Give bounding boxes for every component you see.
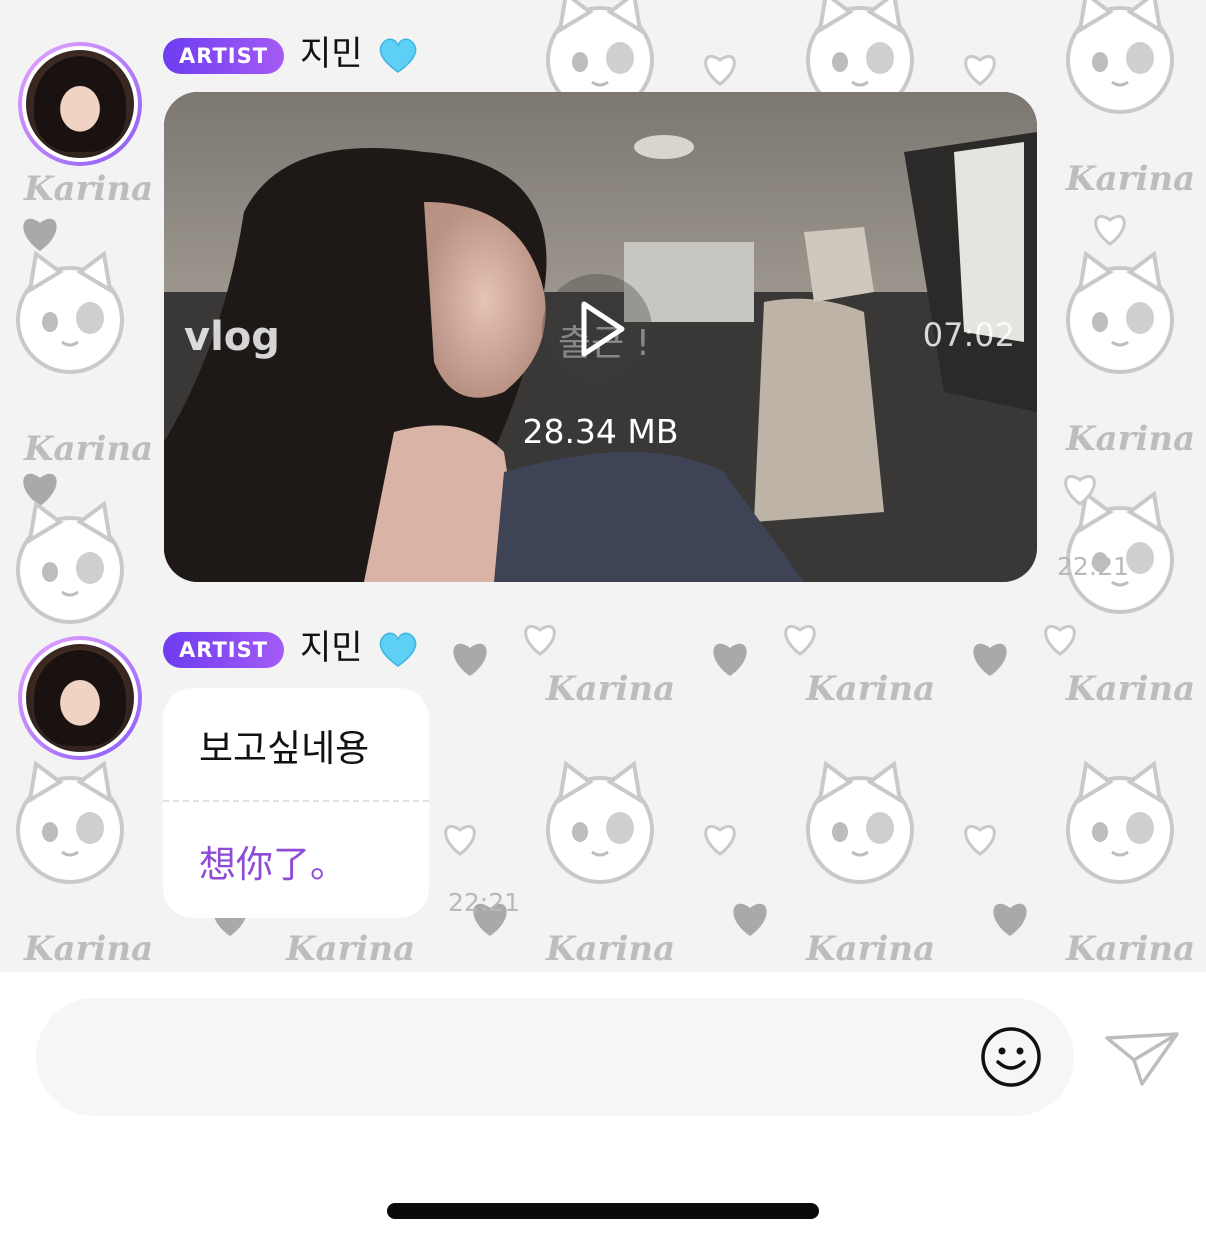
wallpaper-text: Karina bbox=[285, 929, 415, 969]
video-message[interactable]: vlog 출근 ! 07:02 28.34 MB bbox=[164, 92, 1037, 582]
video-title-overlay: vlog bbox=[184, 314, 280, 360]
wallpaper-text: Karina bbox=[805, 669, 935, 709]
chat-area: Karina Karina Karina Karina Karina Karin… bbox=[0, 0, 1206, 972]
message-translation: 想你了。 bbox=[199, 843, 347, 886]
wallpaper-text: Karina bbox=[1065, 669, 1195, 709]
sender-name-label: 지민 bbox=[300, 628, 363, 668]
artist-avatar[interactable] bbox=[18, 42, 142, 166]
sender-name[interactable]: 지민 bbox=[300, 628, 419, 670]
play-icon bbox=[581, 301, 625, 357]
avatar-photo bbox=[22, 46, 138, 162]
translation-divider bbox=[163, 800, 429, 802]
home-indicator[interactable] bbox=[387, 1203, 819, 1219]
avatar-photo bbox=[22, 640, 138, 756]
wallpaper-text: Karina bbox=[23, 429, 153, 469]
paper-plane-icon bbox=[1105, 1032, 1179, 1086]
wallpaper-text: Karina bbox=[545, 929, 675, 969]
wallpaper-text: Karina bbox=[23, 169, 153, 209]
video-file-size: 28.34 MB bbox=[522, 412, 679, 451]
send-button[interactable] bbox=[1104, 1030, 1180, 1088]
sender-name-label: 지민 bbox=[300, 34, 363, 74]
text-message-bubble[interactable]: 보고싶네용 想你了。 bbox=[163, 688, 429, 918]
wallpaper-text: Karina bbox=[1065, 419, 1195, 459]
wallpaper-text: Karina bbox=[1065, 159, 1195, 199]
message-text: 보고싶네용 bbox=[199, 727, 370, 770]
message-timestamp: 22:21 bbox=[1057, 552, 1130, 581]
emoji-button[interactable] bbox=[980, 1026, 1042, 1088]
message-timestamp: 22:21 bbox=[448, 888, 521, 917]
smiley-icon bbox=[981, 1027, 1041, 1087]
artist-badge: ARTIST bbox=[163, 38, 285, 74]
sender-name[interactable]: 지민 bbox=[300, 34, 419, 76]
blue-heart-icon bbox=[380, 632, 417, 667]
blue-heart-icon bbox=[380, 38, 417, 73]
video-duration: 07:02 bbox=[922, 316, 1015, 354]
wallpaper-text: Karina bbox=[545, 669, 675, 709]
wallpaper-text: Karina bbox=[1065, 929, 1195, 969]
message-text-field[interactable] bbox=[76, 1028, 960, 1088]
artist-badge: ARTIST bbox=[163, 632, 285, 668]
artist-avatar[interactable] bbox=[18, 636, 142, 760]
message-input[interactable] bbox=[36, 998, 1074, 1116]
wallpaper-text: Karina bbox=[805, 929, 935, 969]
play-button[interactable] bbox=[542, 274, 652, 384]
wallpaper-text: Karina bbox=[23, 929, 153, 969]
